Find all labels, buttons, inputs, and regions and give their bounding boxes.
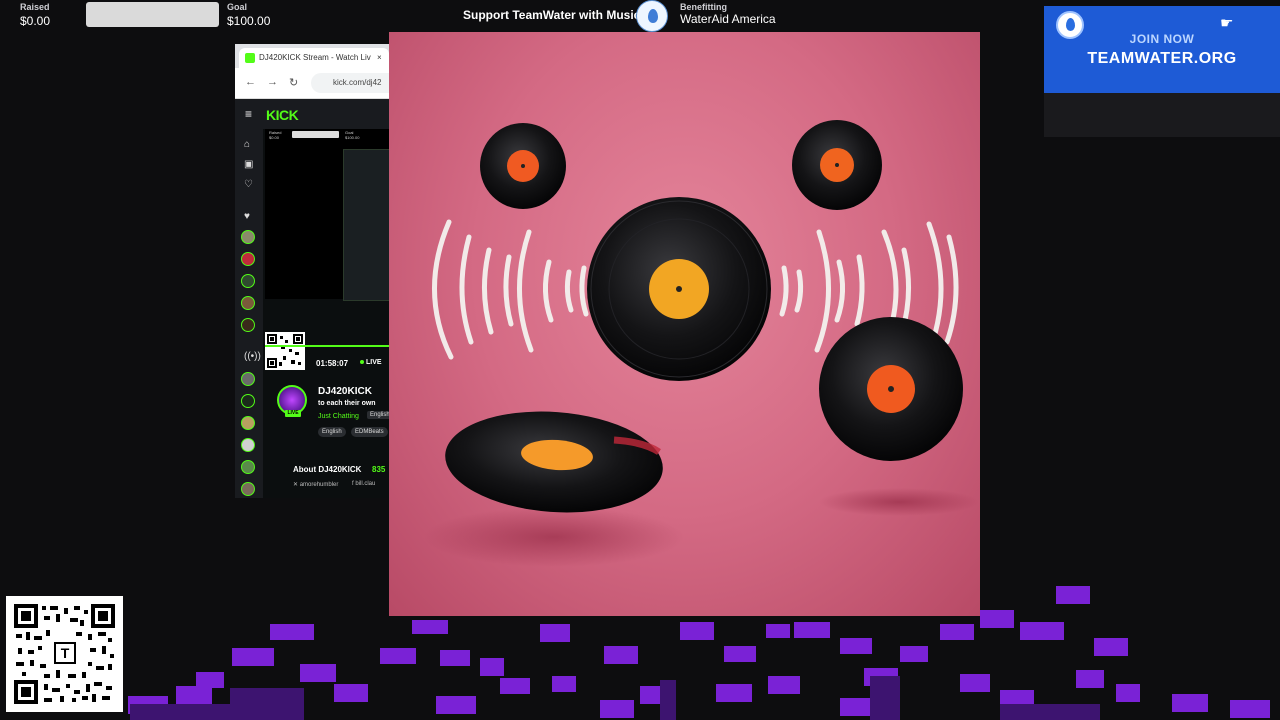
teamwater-site-text: TEAMWATER.ORG bbox=[1087, 50, 1237, 67]
social-link-x[interactable]: ✕ amorehumbler bbox=[293, 481, 338, 488]
kick-sidebar: ⌂ ▣ ♡ ♥ ((•)) bbox=[235, 129, 263, 498]
stream-tag[interactable]: EDMBeats bbox=[351, 427, 388, 437]
recommended-channel-avatar[interactable] bbox=[241, 416, 255, 430]
followed-channel-avatar[interactable] bbox=[241, 318, 255, 332]
browser-capture: DJ420KICK Stream - Watch Liv × ← → ↻ kic… bbox=[235, 44, 389, 498]
live-badge: LIVE bbox=[285, 410, 301, 417]
recommended-channel-avatar[interactable] bbox=[241, 482, 255, 496]
donation-progress-bar bbox=[86, 2, 219, 27]
recursive-capture bbox=[343, 149, 389, 301]
small-qr-code bbox=[265, 332, 305, 370]
about-heading: About DJ420KICK bbox=[293, 465, 362, 474]
recommended-channel-avatar[interactable] bbox=[241, 372, 255, 386]
social-link-facebook[interactable]: f bill.clau bbox=[352, 481, 375, 487]
goal-value: $100.00 bbox=[227, 14, 271, 28]
follower-count: 835 bbox=[372, 465, 386, 474]
benefit-label: Benefitting bbox=[680, 2, 727, 12]
reload-icon[interactable]: ↻ bbox=[289, 76, 298, 89]
vinyl-records-icon bbox=[424, 120, 979, 567]
tab-close-icon[interactable]: × bbox=[377, 48, 382, 68]
stream-video-preview[interactable]: Raised $0.00 Goal $100.00 bbox=[265, 129, 389, 301]
followed-channel-avatar[interactable] bbox=[241, 296, 255, 310]
following-heart-icon: ♥ bbox=[244, 211, 250, 222]
language-badge: English bbox=[367, 411, 389, 419]
water-drop-logo-icon bbox=[636, 0, 668, 32]
recommended-channel-avatar[interactable] bbox=[241, 394, 255, 408]
tab-title: DJ420KICK Stream - Watch Liv bbox=[259, 53, 371, 62]
mini-goal-value: $100.00 bbox=[345, 135, 360, 140]
join-teamwater-banner[interactable]: ☛ JOIN NOW TEAMWATER.ORG bbox=[1044, 6, 1280, 93]
x-icon: ✕ bbox=[293, 482, 300, 488]
join-now-text: JOIN NOW bbox=[1129, 32, 1195, 46]
address-bar[interactable]: kick.com/dj42 bbox=[311, 73, 389, 93]
followed-channel-avatar[interactable] bbox=[241, 230, 255, 244]
followed-channel-avatar[interactable] bbox=[241, 274, 255, 288]
stream-category[interactable]: Just Chatting bbox=[318, 413, 359, 420]
address-url: kick.com/dj42 bbox=[333, 78, 382, 87]
mini-progress-bar bbox=[292, 131, 339, 138]
player-progress-line bbox=[265, 345, 389, 347]
home-icon[interactable]: ⌂ bbox=[244, 139, 250, 150]
browser-tab-bar: DJ420KICK Stream - Watch Liv × bbox=[235, 44, 389, 68]
raised-stat: Raised $0.00 bbox=[20, 2, 50, 30]
stream-title: to each their own bbox=[318, 400, 376, 407]
mini-raised-value: $0.00 bbox=[269, 135, 280, 140]
live-indicator-text: LIVE bbox=[366, 359, 382, 366]
recommended-channel-avatar[interactable] bbox=[241, 460, 255, 474]
raised-label: Raised bbox=[20, 2, 50, 12]
stream-tag[interactable]: English bbox=[318, 427, 346, 437]
stream-uptime: 01:58:07 bbox=[316, 359, 349, 368]
kick-logo[interactable]: KICK bbox=[266, 107, 299, 123]
live-indicator: LIVE bbox=[360, 359, 382, 366]
recommended-channel-avatar[interactable] bbox=[241, 438, 255, 452]
small-qr-pattern bbox=[267, 334, 303, 368]
benefit-stat: Benefitting WaterAid America bbox=[680, 2, 776, 26]
donation-bar: Raised $0.00 Goal $100.00 Support TeamWa… bbox=[0, 0, 1040, 32]
pixel-visualizer bbox=[128, 586, 1270, 720]
goal-stat: Goal $100.00 bbox=[227, 2, 270, 30]
goal-label: Goal bbox=[227, 2, 248, 12]
channel-name[interactable]: DJ420KICK bbox=[318, 386, 372, 397]
album-artwork bbox=[389, 32, 980, 616]
menu-icon[interactable]: ≡ bbox=[245, 107, 252, 121]
pointing-hand-icon: ☛ bbox=[1220, 15, 1234, 32]
live-dot-icon bbox=[360, 360, 364, 365]
social-link-facebook-text: bill.clau bbox=[355, 481, 376, 487]
kick-favicon-icon bbox=[245, 52, 255, 63]
following-icon[interactable]: ♡ bbox=[244, 179, 253, 190]
live-channels-icon: ((•)) bbox=[244, 351, 261, 362]
kick-header: ≡ KICK bbox=[235, 99, 389, 129]
browse-icon[interactable]: ▣ bbox=[244, 159, 253, 170]
back-arrow-icon[interactable]: ← bbox=[245, 76, 256, 88]
browser-tab[interactable]: DJ420KICK Stream - Watch Liv × bbox=[239, 48, 389, 68]
kick-page: ≡ KICK ⌂ ▣ ♡ ♥ ((•)) Raised $0.00 Goal $… bbox=[235, 99, 389, 498]
forward-arrow-icon[interactable]: → bbox=[267, 76, 278, 88]
raised-value: $0.00 bbox=[20, 14, 51, 28]
support-text: Support TeamWater with Music bbox=[463, 8, 641, 22]
banner-panel bbox=[1044, 93, 1280, 137]
browser-nav-bar: ← → ↻ kick.com/dj42 bbox=[235, 68, 389, 99]
social-link-x-text: amorehumbler bbox=[299, 482, 339, 488]
followed-channel-avatar[interactable] bbox=[241, 252, 255, 266]
benefit-value: WaterAid America bbox=[680, 12, 776, 26]
